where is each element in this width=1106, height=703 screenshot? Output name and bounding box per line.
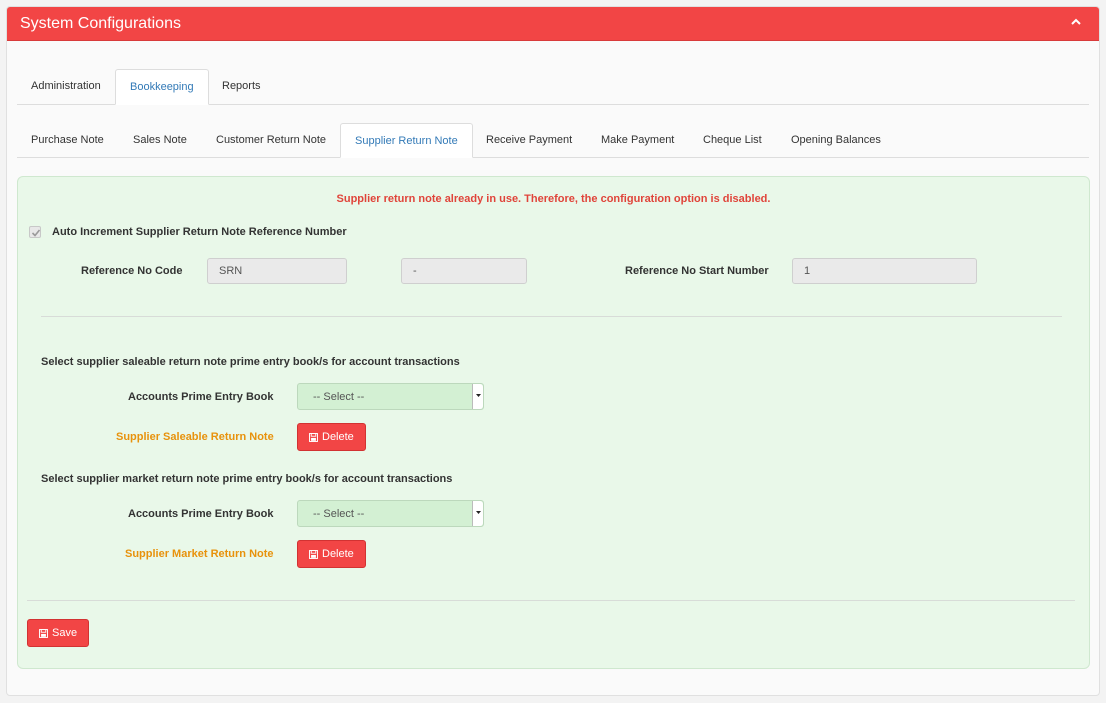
market-note-label: Supplier Market Return Note bbox=[125, 548, 274, 560]
market-book-label: Accounts Prime Entry Book bbox=[128, 508, 274, 520]
market-section-title: Select supplier market return note prime… bbox=[41, 473, 453, 485]
saleable-prime-entry-select[interactable]: -- Select -- bbox=[297, 383, 484, 410]
tab-reports[interactable]: Reports bbox=[208, 69, 275, 104]
save-label: Save bbox=[52, 627, 78, 639]
tab-supplier-return-note[interactable]: Supplier Return Note bbox=[340, 123, 473, 158]
main-tabs: Administration Bookkeeping Reports bbox=[17, 69, 1089, 105]
reference-start-input[interactable]: 1 bbox=[792, 258, 977, 284]
system-configurations-panel: System Configurations Administration Boo… bbox=[6, 6, 1100, 696]
supplier-return-note-config: Supplier return note already in use. The… bbox=[17, 176, 1090, 669]
market-delete-label: Delete bbox=[322, 548, 354, 560]
saleable-select-value: -- Select -- bbox=[313, 391, 365, 403]
market-select-caret[interactable] bbox=[472, 501, 483, 526]
tab-purchase-note[interactable]: Purchase Note bbox=[17, 123, 118, 157]
reference-start-label: Reference No Start Number bbox=[625, 265, 769, 277]
tab-make-payment[interactable]: Make Payment bbox=[587, 123, 688, 157]
save-icon bbox=[309, 549, 318, 559]
save-button[interactable]: Save bbox=[27, 619, 90, 647]
tab-opening-balances[interactable]: Opening Balances bbox=[777, 123, 895, 157]
tab-cheque-list[interactable]: Cheque List bbox=[689, 123, 776, 157]
panel-header: System Configurations bbox=[7, 7, 1099, 41]
caret-down-icon bbox=[476, 511, 481, 514]
check-icon bbox=[31, 229, 41, 237]
sub-tabs: Purchase Note Sales Note Customer Return… bbox=[17, 123, 1089, 158]
tab-customer-return-note[interactable]: Customer Return Note bbox=[202, 123, 340, 157]
saleable-delete-button[interactable]: Delete bbox=[297, 423, 366, 451]
reference-separator-input[interactable]: - bbox=[401, 258, 527, 284]
saleable-delete-label: Delete bbox=[322, 431, 354, 443]
disabled-warning: Supplier return note already in use. The… bbox=[336, 193, 771, 205]
divider bbox=[27, 600, 1075, 601]
saleable-note-label: Supplier Saleable Return Note bbox=[116, 431, 274, 443]
caret-down-icon bbox=[476, 394, 481, 397]
tab-receive-payment[interactable]: Receive Payment bbox=[472, 123, 586, 157]
market-select-value: -- Select -- bbox=[313, 508, 365, 520]
saleable-section-title: Select supplier saleable return note pri… bbox=[41, 356, 460, 368]
tab-sales-note[interactable]: Sales Note bbox=[119, 123, 201, 157]
saleable-book-label: Accounts Prime Entry Book bbox=[128, 391, 274, 403]
chevron-up-icon[interactable] bbox=[1069, 16, 1083, 28]
save-icon bbox=[309, 432, 318, 442]
reference-code-label: Reference No Code bbox=[81, 265, 183, 277]
tab-bookkeeping[interactable]: Bookkeeping bbox=[115, 69, 209, 105]
tab-administration[interactable]: Administration bbox=[17, 69, 115, 104]
auto-increment-label: Auto Increment Supplier Return Note Refe… bbox=[52, 226, 347, 238]
reference-code-input[interactable]: SRN bbox=[207, 258, 347, 284]
auto-increment-checkbox[interactable] bbox=[29, 226, 41, 238]
panel-title: System Configurations bbox=[20, 15, 181, 32]
market-delete-button[interactable]: Delete bbox=[297, 540, 366, 568]
saleable-select-caret[interactable] bbox=[472, 384, 483, 409]
save-icon bbox=[39, 628, 48, 638]
divider bbox=[41, 316, 1062, 317]
market-prime-entry-select[interactable]: -- Select -- bbox=[297, 500, 484, 527]
